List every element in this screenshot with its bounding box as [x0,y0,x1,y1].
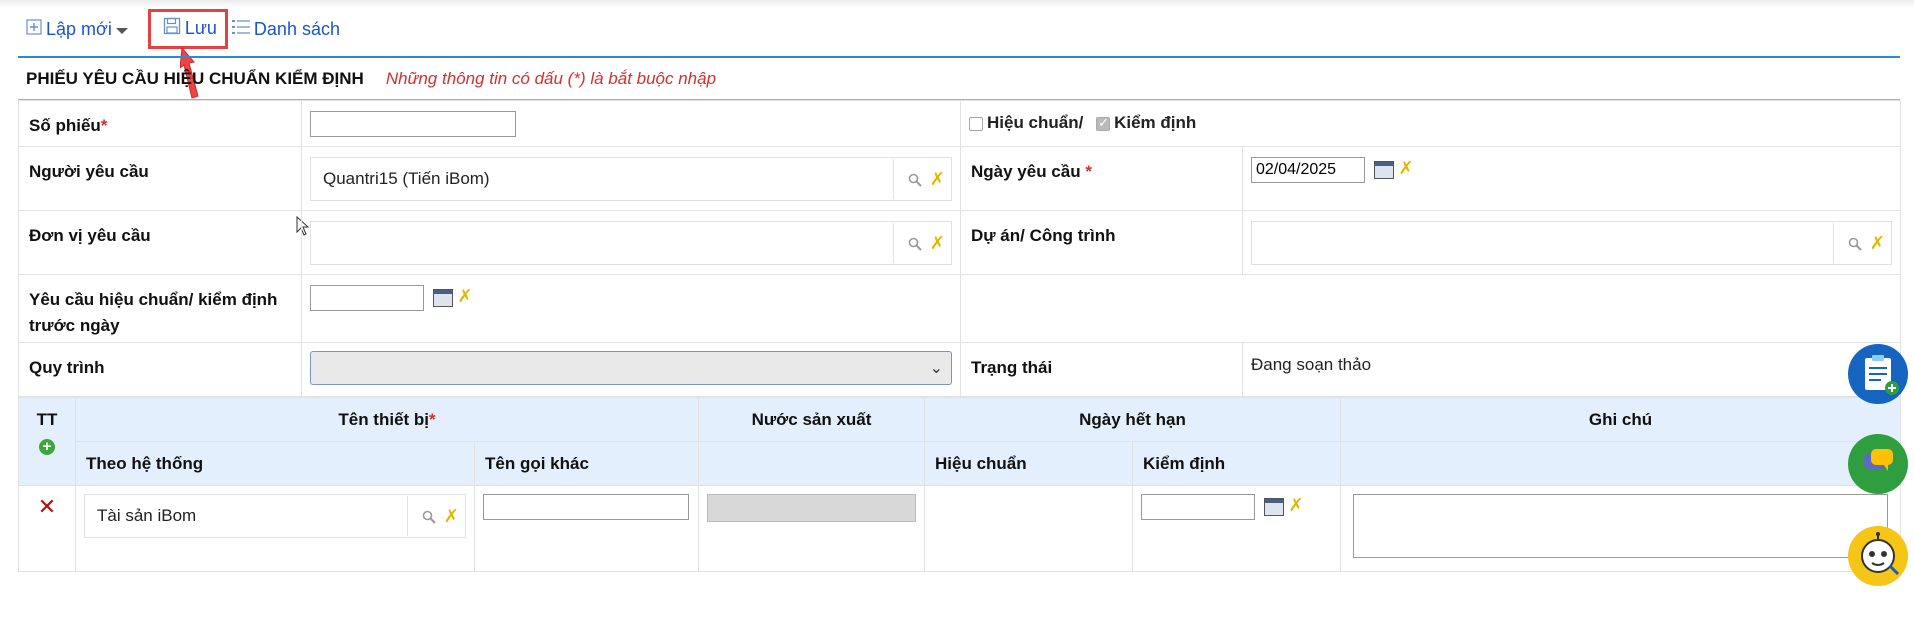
clear-date-icon[interactable]: ✗ [457,286,472,306]
clear-date-icon[interactable]: ✗ [1288,495,1303,515]
search-icon[interactable] [1848,236,1862,251]
list-icon [231,19,250,40]
robot-assistant-button[interactable] [1848,526,1908,586]
so-phieu-label: Số phiếu* [18,100,302,147]
search-icon[interactable] [422,509,436,524]
clipboard-add-button[interactable] [1848,344,1908,404]
nuoc-sx-readonly [707,494,917,522]
clear-date-icon[interactable]: ✗ [1398,158,1413,178]
don-vi-lookup[interactable]: ✗ [310,221,952,265]
col-ten-thiet-bi: Tên thiết bị* [74,397,700,442]
kiem-dinh-label: Kiểm định [1114,113,1197,132]
list-button[interactable]: Danh sách [231,18,340,40]
new-button[interactable]: Lập mới [26,19,128,40]
col-ghi-chu: Ghi chú [1340,397,1902,442]
required-note: Những thông tin có dấu (*) là bắt buộc n… [385,68,717,88]
page-title: PHIẾU YÊU CẦU HIỆU CHUẨN KIỂM ĐỊNH [26,68,364,88]
calendar-icon[interactable] [1373,160,1394,179]
clipboard-icon [1865,355,1899,395]
du-an-lookup[interactable]: ✗ [1251,221,1893,265]
clear-icon[interactable]: ✗ [1870,233,1885,254]
yeu-cau-truoc-input[interactable] [310,285,424,311]
kiem-dinh-date-input[interactable] [1141,494,1256,520]
nguoi-yeu-cau-label: Người yêu cầu [18,146,302,211]
delete-row-icon[interactable]: ✕ [38,494,56,519]
nguoi-yeu-cau-value: Quantri15 (Tiến iBom) [323,169,490,188]
ghi-chu-textarea[interactable] [1353,494,1889,558]
form-header: PHIẾU YÊU CẦU HIỆU CHUẨN KIỂM ĐỊNH Những… [18,56,1900,100]
quy-trinh-label: Quy trình [18,342,302,397]
sub-kiem-dinh: Kiểm định [1132,441,1342,486]
theo-he-thong-value: Tài sản iBom [97,506,197,525]
hieu-chuan-checkbox[interactable] [969,116,983,131]
calendar-icon[interactable] [432,288,453,307]
nguoi-yeu-cau-lookup[interactable]: Quantri15 (Tiến iBom) ✗ [310,157,952,201]
trang-thai-value: Đang soạn thảo [1251,355,1372,374]
request-form-table: Số phiếu* Hiệu chuẩn/ Kiểm định Người yê… [18,100,1902,397]
col-ngay-het-han: Ngày hết hạn [924,397,1342,442]
calendar-icon[interactable] [1263,497,1284,516]
add-row-icon[interactable]: + [39,439,55,455]
clear-icon[interactable]: ✗ [444,506,459,527]
trang-thai-label: Trạng thái [960,342,1243,397]
clear-icon[interactable]: ✗ [930,169,945,190]
kiem-dinh-checkbox[interactable] [1096,115,1111,131]
clear-icon[interactable]: ✗ [930,233,945,254]
col-tt: TT [36,410,58,429]
chevron-down-icon [115,28,128,34]
search-icon[interactable] [908,236,922,251]
robot-icon [1861,532,1900,576]
sub-theo-he-thong: Theo hệ thống [75,441,475,486]
list-button-label: Danh sách [253,18,340,39]
ngay-yeu-cau-label: Ngày yêu cầu * [960,146,1243,211]
ngay-yeu-cau-input[interactable] [1251,157,1365,183]
don-vi-label: Đơn vị yêu cầu [18,210,302,275]
chat-button[interactable] [1848,434,1908,494]
table-row: ✕ Tài sản iBom ✗ ✗ [18,485,1902,572]
save-icon [163,17,181,40]
sub-hieu-chuan: Hiệu chuẩn [924,441,1134,486]
col-nuoc-sx: Nước sản xuất [698,397,926,442]
theo-he-thong-lookup[interactable]: Tài sản iBom ✗ [84,494,466,538]
search-icon[interactable] [908,172,922,187]
form-container: PHIẾU YÊU CẦU HIỆU CHUẨN KIỂM ĐỊNH Những… [18,56,1902,572]
toolbar: Lập mới Lưu Danh sách [26,9,340,49]
yeu-cau-truoc-label: Yêu cầu hiệu chuẩn/ kiểm định trước ngày [18,274,302,343]
sub-ten-goi-khac: Tên gọi khác [473,441,700,486]
chevron-down-icon: ⌄ [929,360,943,377]
top-shadow [0,0,1914,8]
du-an-label: Dự án/ Công trình [960,210,1243,275]
save-button-label: Lưu [184,17,217,38]
plus-square-icon [26,18,42,40]
quy-trinh-select[interactable]: ⌄ [310,351,952,385]
so-phieu-input[interactable] [310,111,516,137]
save-button[interactable]: Lưu [147,9,228,49]
new-button-label: Lập mới [46,18,112,39]
chat-icon [1864,449,1893,471]
device-grid: TT + Tên thiết bị* Nước sản xuất Ngày hế… [18,397,1902,572]
ten-goi-khac-input[interactable] [483,494,689,520]
hieu-chuan-label: Hiệu chuẩn/ [987,113,1084,132]
